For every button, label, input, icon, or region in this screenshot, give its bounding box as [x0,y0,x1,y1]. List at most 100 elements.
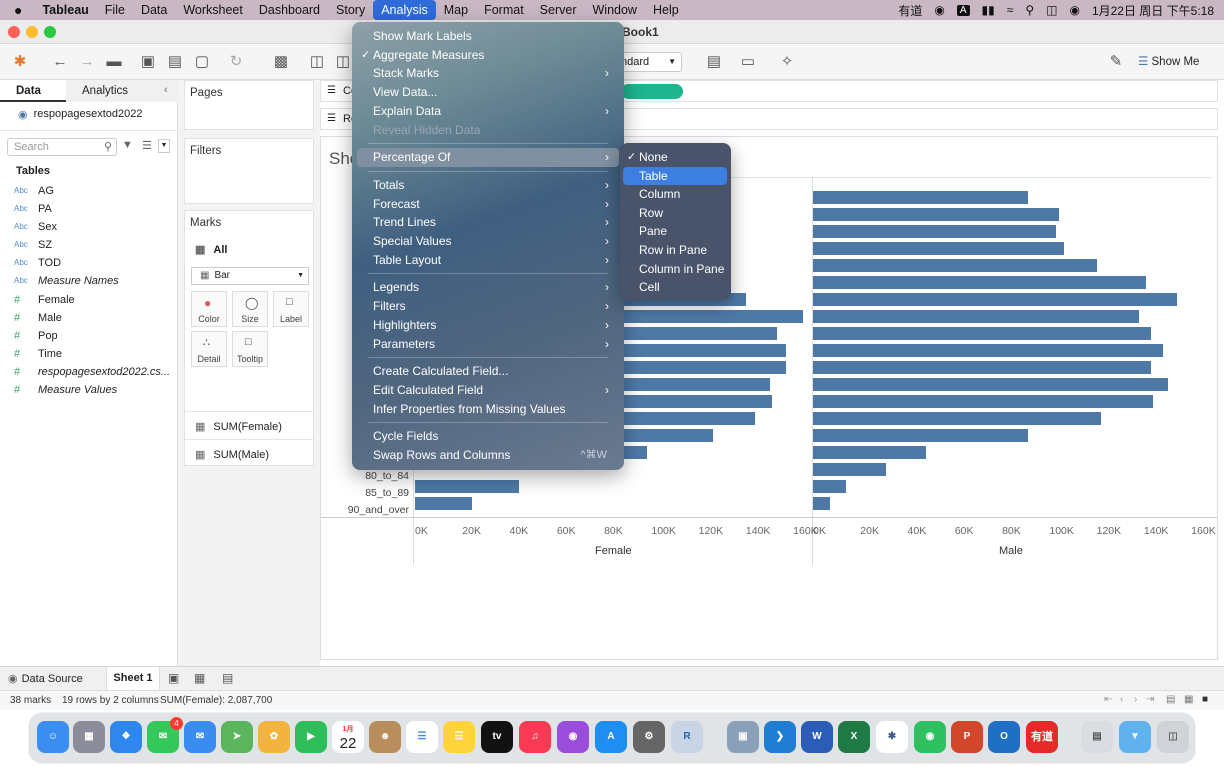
calendar-icon[interactable]: 1月 22 [332,721,364,753]
field-ag[interactable]: Abc AG [14,182,54,200]
notes-icon[interactable]: ☰ [443,721,475,753]
pause-updates-icon[interactable]: ▢ [192,52,212,72]
app-store-icon[interactable]: A [595,721,627,753]
wechat-icon[interactable]: ◉ [934,3,944,17]
outlook-icon[interactable]: O [988,721,1020,753]
save-icon[interactable]: ▣ [138,52,158,72]
siri-icon[interactable]: ◉ [1069,3,1079,17]
data-source-tab[interactable]: ◉ Data Source [8,672,83,685]
first-page-icon[interactable]: ⇤ [1104,694,1112,705]
apple-icon[interactable]: ● [0,0,34,20]
menu-item-parameters[interactable]: Parameters › [357,335,619,354]
sheet-tab[interactable]: Sheet 1 [106,667,160,690]
pages-shelf[interactable]: Pages [184,80,314,130]
powerpoint-icon[interactable]: P [951,721,983,753]
facetime-icon[interactable]: ▶ [295,721,327,753]
fit-dropdown[interactable]: ndard ▼ [614,52,682,72]
menu-help[interactable]: Help [645,0,687,20]
launchpad-icon[interactable]: ▦ [73,721,105,753]
battery-icon[interactable]: ▮▮ [982,3,995,17]
filters-shelf[interactable]: Filters [184,138,314,204]
show-tabs-icon[interactable]: ■ [1202,694,1208,705]
youdao-icon[interactable]: 有道 [1026,721,1058,753]
podcasts-icon[interactable]: ◉ [557,721,589,753]
tab-analytics[interactable]: Analytics [66,80,178,102]
new-datasource-icon[interactable]: ▤ [165,52,185,72]
collapse-icon[interactable]: ‹ [164,84,168,96]
tableau-logo-icon[interactable]: ✱ [10,52,30,72]
menu-file[interactable]: File [97,0,133,20]
menu-item-totals[interactable]: Totals › [357,176,619,195]
menu-story[interactable]: Story [328,0,373,20]
menu-item-cycle-fields[interactable]: Cycle Fields [357,427,619,446]
wechat-icon[interactable]: ◉ [914,721,946,753]
labels-icon[interactable]: ▤ [704,52,724,72]
prev-page-icon[interactable]: ‹ [1120,694,1123,705]
finder-icon[interactable]: ☺ [37,721,69,753]
menu-item-legends[interactable]: Legends › [357,278,619,297]
contacts-icon[interactable]: ☻ [369,721,401,753]
field-sex[interactable]: Abc Sex [14,218,57,236]
menu-item-forecast[interactable]: Forecast › [357,195,619,214]
menu-item-view-data[interactable]: View Data... [357,83,619,102]
input-source[interactable]: A [956,4,970,16]
tooltip-button[interactable]: □ Tooltip [232,331,268,367]
view-options-dropdown-icon[interactable]: ▼ [158,139,170,153]
percentage-option-row[interactable]: Row [623,204,727,222]
clear-icon[interactable]: ◫ [333,52,353,72]
menu-item-infer-properties-from-missing-values[interactable]: Infer Properties from Missing Values [357,400,619,419]
field-sz[interactable]: Abc SZ [14,236,52,254]
menu-worksheet[interactable]: Worksheet [175,0,251,20]
back-icon[interactable]: ← [50,52,70,72]
menu-item-stack-marks[interactable]: Stack Marks › [357,64,619,83]
percentage-option-pane[interactable]: Pane [623,222,727,240]
percentage-option-cell[interactable]: Cell [623,278,727,296]
field-pop[interactable]: # Pop [14,327,58,345]
downloads-folder-icon[interactable]: ▼ [1119,721,1151,753]
field-male[interactable]: # Male [14,309,62,327]
share-icon[interactable]: ✧ [777,52,797,72]
menu-window[interactable]: Window [585,0,645,20]
menu-map[interactable]: Map [436,0,476,20]
show-me-button[interactable]: ☰ Show Me [1138,54,1199,68]
menu-dashboard[interactable]: Dashboard [251,0,328,20]
menu-item-table-layout[interactable]: Table Layout › [357,251,619,270]
field-time[interactable]: # Time [14,345,62,363]
size-button[interactable]: ◯ Size [232,291,268,327]
field-female[interactable]: # Female [14,291,75,309]
field-measure-names[interactable]: Abc Measure Names [14,272,119,290]
color-button[interactable]: ● Color [191,291,227,327]
percentage-option-none[interactable]: None ✓ [623,148,727,166]
tableau-icon[interactable]: ✱ [876,721,908,753]
percentage-option-column-in-pane[interactable]: Column in Pane [623,260,727,278]
preview-icon[interactable]: ▣ [727,721,759,753]
filter-icon[interactable]: ▼ [122,139,133,151]
tab-data[interactable]: Data [0,80,66,102]
new-sheet-icon[interactable]: ▣ [168,671,179,685]
new-story-icon[interactable]: ▤ [222,671,233,685]
excel-icon[interactable]: X [838,721,870,753]
mark-field-female[interactable]: ▦ SUM(Female) [185,411,313,435]
zoom-icon[interactable] [44,26,56,38]
reminders-icon[interactable]: ☰ [406,721,438,753]
refresh-icon[interactable]: ↻ [226,52,246,72]
wifi-icon[interactable]: ≈ [1007,3,1014,17]
detail-button[interactable]: ∴ Detail [191,331,227,367]
menu-app[interactable]: Tableau [34,0,96,20]
apple-tv-icon[interactable]: tv [481,721,513,753]
menu-item-swap-rows-and-columns[interactable]: Swap Rows and Columns ^⌘W [357,446,619,465]
minimize-icon[interactable] [26,26,38,38]
columns-pill[interactable] [621,84,683,99]
menu-item-percentage-of[interactable]: Percentage Of › [357,148,619,168]
last-page-icon[interactable]: ⇥ [1146,694,1154,705]
percentage-option-row-in-pane[interactable]: Row in Pane [623,241,727,259]
mark-field-male[interactable]: ▦ SUM(Male) [185,439,313,465]
show-filmstrip-icon[interactable]: ▤ [1166,694,1175,705]
menu-item-show-mark-labels[interactable]: Show Mark Labels [357,27,619,46]
menu-item-create-calculated-field[interactable]: Create Calculated Field... [357,362,619,381]
format-painter-icon[interactable]: ✎ [1106,52,1126,72]
word-icon[interactable]: W [801,721,833,753]
show-sorter-icon[interactable]: ▦ [1184,694,1193,705]
youdao-status[interactable]: 有道 [898,2,922,19]
menu-format[interactable]: Format [476,0,532,20]
